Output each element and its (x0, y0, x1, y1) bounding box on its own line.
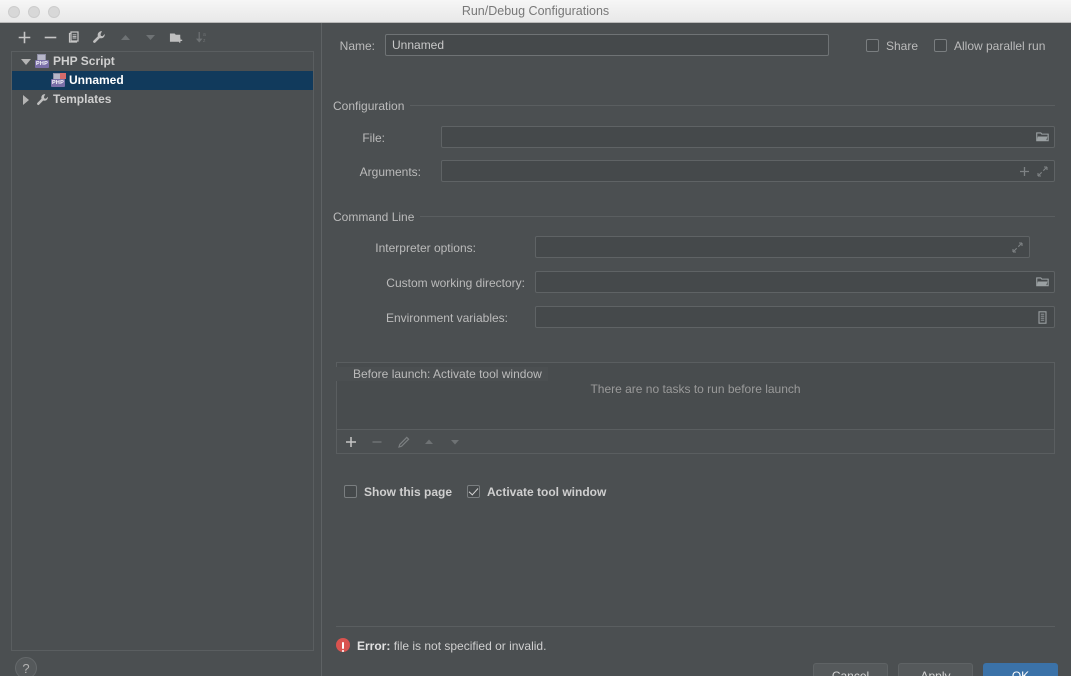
arguments-input[interactable] (441, 160, 1055, 182)
configuration-group-title: Configuration (333, 99, 411, 113)
configurations-tree[interactable]: PHP PHP Script PHP Unnamed Templates (11, 51, 314, 651)
tree-item-label: PHP Script (53, 54, 115, 68)
group-divider (409, 105, 1055, 106)
cancel-button[interactable]: Cancel (813, 663, 888, 676)
add-task-button[interactable] (342, 433, 360, 451)
run-debug-configurations-dialog: Run/Debug Configurations a z PHP PHP Scr… (0, 0, 1071, 676)
tree-item-unnamed[interactable]: PHP Unnamed (12, 71, 313, 90)
error-detail: file is not specified or invalid. (393, 639, 547, 653)
remove-task-button[interactable] (368, 433, 386, 451)
tree-item-label: Templates (53, 92, 112, 106)
php-config-icon: PHP (50, 73, 68, 88)
environment-variables-input[interactable] (535, 306, 1055, 328)
custom-working-directory-label: Custom working directory: (386, 276, 525, 290)
custom-working-directory-input[interactable] (535, 271, 1055, 293)
expand-collapse-icon[interactable] (18, 94, 34, 105)
folder-icon[interactable] (1034, 274, 1050, 290)
tree-item-templates[interactable]: Templates (12, 90, 313, 109)
list-icon[interactable] (1034, 309, 1050, 325)
arguments-label: Arguments: (359, 165, 421, 179)
sort-alphabetically-button[interactable]: a z (193, 27, 213, 47)
interpreter-options-input[interactable] (535, 236, 1030, 258)
name-label: Name: (339, 39, 375, 53)
edit-task-button[interactable] (394, 433, 412, 451)
error-divider (336, 626, 1055, 627)
activate-tool-window-checkbox[interactable] (467, 485, 480, 498)
error-icon (336, 638, 350, 652)
before-launch-toolbar (336, 430, 1055, 454)
move-task-up-button[interactable] (420, 433, 438, 451)
title-bar: Run/Debug Configurations (0, 0, 1071, 23)
allow-parallel-run-checkbox[interactable] (934, 39, 947, 52)
php-script-icon: PHP (34, 54, 52, 69)
add-configuration-button[interactable] (14, 27, 34, 47)
activate-tool-window-label: Activate tool window (487, 485, 607, 499)
show-this-page-checkbox[interactable] (344, 485, 357, 498)
file-label: File: (362, 131, 385, 145)
before-launch-title[interactable]: Before launch: Activate tool window (335, 367, 548, 381)
dialog-body: a z PHP PHP Script PHP Unnamed Templates… (0, 23, 1071, 676)
group-divider (413, 216, 1055, 217)
before-launch-empty-message: There are no tasks to run before launch (590, 382, 801, 396)
allow-parallel-run-label: Allow parallel run (954, 39, 1046, 53)
new-folder-button[interactable] (166, 27, 186, 47)
folder-icon[interactable] (1034, 129, 1050, 145)
wrench-icon (34, 93, 52, 107)
edit-templates-button[interactable] (89, 27, 109, 47)
error-prefix: Error: (357, 639, 391, 653)
configurations-panel: a z PHP PHP Script PHP Unnamed Templates… (0, 23, 322, 676)
remove-configuration-button[interactable] (40, 27, 60, 47)
file-input[interactable] (441, 126, 1055, 148)
move-down-button[interactable] (140, 27, 160, 47)
configurations-toolbar: a z (0, 23, 322, 51)
interpreter-options-label: Interpreter options: (375, 241, 476, 255)
plus-icon[interactable] (1016, 163, 1032, 179)
window-title: Run/Debug Configurations (461, 4, 610, 18)
move-task-down-button[interactable] (446, 433, 464, 451)
expand-collapse-icon[interactable] (18, 58, 34, 65)
environment-variables-label: Environment variables: (385, 311, 508, 325)
move-up-button[interactable] (115, 27, 135, 47)
help-button[interactable]: ? (15, 657, 37, 676)
apply-button[interactable]: Apply (898, 663, 973, 676)
expand-icon[interactable] (1034, 163, 1050, 179)
show-this-page-label: Show this page (364, 485, 453, 499)
error-message: Error: file is not specified or invalid. (357, 639, 546, 653)
configuration-editor-panel: Name: Unnamed Share Allow parallel run C… (323, 23, 1071, 676)
tree-item-php-script[interactable]: PHP PHP Script (12, 52, 313, 71)
ok-button[interactable]: OK (983, 663, 1058, 676)
copy-configuration-button[interactable] (64, 27, 84, 47)
share-checkbox[interactable] (866, 39, 879, 52)
share-label: Share (886, 39, 919, 53)
tree-item-label: Unnamed (69, 73, 124, 87)
expand-icon[interactable] (1009, 239, 1025, 255)
svg-text:z: z (203, 38, 206, 44)
name-input[interactable]: Unnamed (385, 34, 829, 56)
command-line-group-title: Command Line (333, 210, 421, 224)
